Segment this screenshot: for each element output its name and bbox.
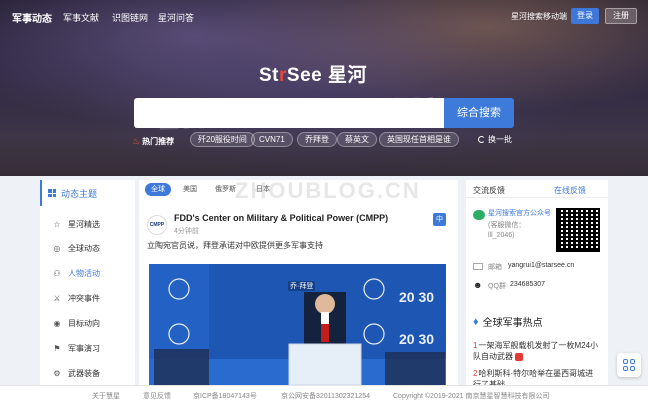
refresh-icon <box>478 136 485 143</box>
hot-news-item[interactable]: 1一架海军舰载机发射了一枚M24小队自动武器 <box>473 340 601 362</box>
star-icon: ☆ <box>53 219 61 229</box>
hot-tag[interactable]: 歼20服役时间 <box>190 132 255 147</box>
sidebar-item-label: 人物活动 <box>68 268 100 278</box>
hot-tag[interactable]: 蔡英文 <box>337 132 377 147</box>
hot-tag[interactable]: 英国现任首相是谁 <box>379 132 459 147</box>
refresh-button[interactable]: 换一批 <box>478 134 512 145</box>
sidebar-item-label: 目标动向 <box>68 318 100 328</box>
nato-2030: 20 30 <box>399 331 434 347</box>
sidebar-item-global[interactable]: ◎ 全球动态 <box>52 240 132 256</box>
hot-news-title: ♦ 全球军事热点 <box>473 314 543 330</box>
brand-logo: StrSee 星河 <box>259 60 367 87</box>
nato-2030: 20 30 <box>399 289 434 305</box>
hot-tag[interactable]: CVN71 <box>251 132 293 147</box>
hot-row: ♨ 热门推荐 <box>132 133 182 149</box>
brand-prefix: St <box>259 65 279 86</box>
hero-banner <box>0 0 648 176</box>
online-feedback-link[interactable]: 在线反馈 <box>554 185 586 196</box>
sidebar-item-label: 全球动态 <box>68 243 100 253</box>
site-name[interactable]: 军事动态 <box>12 10 52 25</box>
sidebar-item-conflict[interactable]: ⚔ 冲突事件 <box>52 290 132 306</box>
tab-usa[interactable]: 美国 <box>177 183 203 196</box>
refresh-label: 换一批 <box>488 135 512 144</box>
sidebar-title: 动态主题 <box>40 180 135 206</box>
hot-news-rank: 1 <box>473 341 478 350</box>
flag-icon: ⚑ <box>53 343 61 353</box>
sidebar-title-text: 动态主题 <box>61 188 98 199</box>
news-feed: 全球 美国 俄罗斯 日本 CMPP FDD's Center on Milita… <box>139 180 458 385</box>
conflict-icon: ⚔ <box>53 293 61 303</box>
qr-code <box>556 208 600 252</box>
hot-label-text: 热门推荐 <box>142 136 175 146</box>
news-source-title[interactable]: FDD's Center on Military & Political Pow… <box>174 213 388 223</box>
login-button[interactable]: 登录 <box>571 8 599 24</box>
target-icon: ◉ <box>53 318 61 328</box>
wechat-sub-label: (客服微信： <box>488 222 526 229</box>
hot-label: ♨ 热门推荐 <box>132 136 174 147</box>
wechat-account[interactable]: 星河搜索官方公众号 <box>488 209 558 219</box>
sidebar-item-label: 武器装备 <box>68 368 100 378</box>
sidebar-item-label: 星河精选 <box>68 219 100 229</box>
flame-icon: ♨ <box>132 135 141 146</box>
globe-icon: ◎ <box>53 243 61 253</box>
apps-icon <box>623 359 635 371</box>
register-button[interactable]: 注册 <box>605 8 637 24</box>
sidebar-item-featured[interactable]: ☆ 星河精选 <box>52 216 132 232</box>
nav-military-docs[interactable]: 军事文献 <box>63 11 99 24</box>
footer-feedback[interactable]: 意见反馈 <box>143 391 171 401</box>
hot-news-text: 一架海军舰载机发射了一枚M24小队自动武器 <box>473 341 599 361</box>
footer-icp[interactable]: 京ICP备18047143号 <box>193 391 257 401</box>
feedback-title: 交流反馈 <box>473 186 505 195</box>
hot-tag[interactable]: 乔拜登 <box>297 132 337 147</box>
footer: 关于慧星 意见反馈 京ICP备18047143号 京公网安备3201130232… <box>0 385 648 405</box>
mobile-link[interactable]: 星河搜索移动端 <box>511 11 567 22</box>
person-icon: ⚇ <box>53 268 61 278</box>
wechat-id: lll_2046) <box>488 232 515 239</box>
qq-icon: ☻ <box>473 280 483 290</box>
sidebar-item-label: 军事演习 <box>68 343 100 353</box>
feedback-header: 交流反馈 在线反馈 <box>466 180 608 198</box>
news-time: 4分钟前 <box>174 228 199 235</box>
location-pin-icon: r <box>279 65 287 86</box>
mail-label: 邮箱 <box>488 264 502 271</box>
tab-global[interactable]: 全球 <box>145 183 171 196</box>
watermark: ZHOUBLOG.CN <box>235 178 421 203</box>
weapon-icon: ⚙ <box>53 368 61 378</box>
brand-suffix: See 星河 <box>286 65 367 86</box>
footer-police[interactable]: 京公网安备32011302321254 <box>281 391 370 401</box>
grid-icon <box>48 189 56 197</box>
sidebar-item-target[interactable]: ◉ 目标动向 <box>52 315 132 331</box>
sidebar-item-people[interactable]: ⚇ 人物活动 <box>52 265 132 281</box>
qq-label: QQ群 <box>488 283 506 290</box>
hot-news-rank: 2 <box>473 369 478 378</box>
sidebar-item-weapons[interactable]: ⚙ 武器装备 <box>52 365 132 381</box>
hot-badge-icon <box>515 352 524 361</box>
language-badge[interactable]: 中 <box>433 213 446 226</box>
hot-news-title-text: 全球军事热点 <box>482 318 543 329</box>
topic-sidebar: 动态主题 ☆ 星河精选 ◎ 全球动态 ⚇ 人物活动 ⚔ 冲突事件 ◉ 目标动向 ⚑ 军事演习… <box>40 180 135 385</box>
image-caption: 乔·拜登 <box>288 281 316 291</box>
footer-copyright: Copyright ©2019-2021 南京慧星智慧科技有限公司 <box>393 393 550 400</box>
search-button[interactable]: 综合搜索 <box>444 98 514 128</box>
mail-value[interactable]: yangrui1@starsee.cn <box>508 262 574 269</box>
sidebar-item-exercise[interactable]: ⚑ 军事演习 <box>52 340 132 356</box>
fire-icon: ♦ <box>473 315 479 328</box>
mail-icon <box>473 263 483 270</box>
floating-menu-button[interactable] <box>617 353 641 377</box>
wechat-contact: (客服微信： lll_2046) <box>488 221 556 241</box>
source-avatar[interactable]: CMPP <box>147 215 167 235</box>
footer-about[interactable]: 关于慧星 <box>92 391 120 401</box>
nav-image-search[interactable]: 识图链网 <box>112 11 148 24</box>
sidebar-item-label: 冲突事件 <box>68 293 100 303</box>
wechat-icon <box>473 210 485 220</box>
hot-news-panel: ♦ 全球军事热点 1一架海军舰载机发射了一枚M24小队自动武器 2哈利斯科·特尔哈… <box>466 302 608 389</box>
qq-value[interactable]: 234685307 <box>510 281 545 288</box>
nav-qa[interactable]: 星河问答 <box>158 11 194 24</box>
news-text[interactable]: 立陶宛官员说，拜登承诺对中欧提供更多军事支持 <box>147 240 323 251</box>
